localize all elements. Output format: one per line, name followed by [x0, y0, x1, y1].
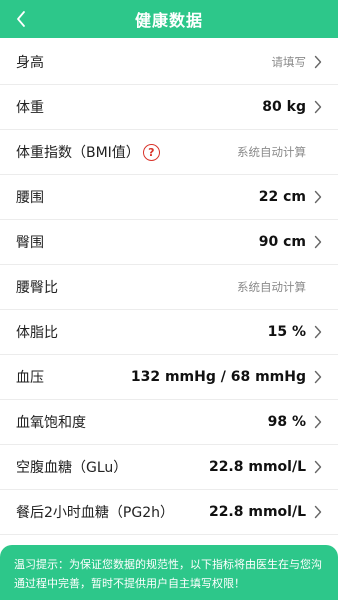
row-label: 餐后2小时血糖（PG2h）	[16, 505, 174, 521]
row-label: 体脂比	[16, 325, 58, 341]
row-label-wrap: 体重指数（BMI值） ?	[16, 142, 160, 162]
row-label: 血压	[16, 370, 44, 386]
placeholder-text: 请填写	[271, 55, 307, 69]
row-weight[interactable]: 体重 80 kg	[0, 85, 338, 130]
row-height[interactable]: 身高 请填写	[0, 40, 338, 85]
row-value: 22 cm	[258, 189, 306, 205]
chevron-right-icon	[314, 190, 324, 204]
row-value: 132 mmHg / 68 mmHg	[130, 369, 306, 385]
row-label: 身高	[16, 55, 44, 71]
chevron-right-icon	[314, 415, 324, 429]
row-waist-hip-ratio: 腰臀比 系统自动计算	[0, 265, 338, 310]
chevron-right-icon	[314, 505, 324, 519]
row-value: 22.8 mmol/L	[208, 459, 306, 475]
chevron-left-icon	[17, 11, 25, 27]
row-value: 15 %	[267, 324, 306, 340]
chevron-right-icon	[314, 55, 324, 69]
chevron-right-icon	[314, 100, 324, 114]
notice-text: 温习提示：为保证您数据的规范性，以下指标将由医生在与您沟通过程中完善，暂时不提供…	[14, 558, 322, 590]
app-header: 健康数据	[0, 0, 338, 38]
row-label: 腰围	[16, 190, 44, 206]
row-value: 80 kg	[262, 99, 306, 115]
page-title: 健康数据	[134, 11, 203, 30]
chevron-right-icon	[314, 325, 324, 339]
row-label: 空腹血糖（GLu）	[16, 460, 128, 476]
chevron-right-icon	[314, 370, 324, 384]
row-label: 腰臀比	[16, 280, 58, 296]
row-label: 臀围	[16, 235, 44, 251]
row-label: 体重	[16, 100, 44, 116]
row-fasting-glucose[interactable]: 空腹血糖（GLu） 22.8 mmol/L	[0, 445, 338, 490]
chevron-right-icon	[314, 235, 324, 249]
row-body-fat[interactable]: 体脂比 15 %	[0, 310, 338, 355]
row-blood-oxygen[interactable]: 血氧饱和度 98 %	[0, 400, 338, 445]
auto-calc-text: 系统自动计算	[237, 145, 306, 159]
chevron-right-icon	[314, 460, 324, 474]
row-label: 体重指数（BMI值）	[16, 145, 140, 161]
row-waist[interactable]: 腰围 22 cm	[0, 175, 338, 220]
row-value: 22.8 mmol/L	[208, 504, 306, 520]
row-blood-pressure[interactable]: 血压 132 mmHg / 68 mmHg	[0, 355, 338, 400]
health-data-list: 身高 请填写 体重 80 kg 体重指数（BMI值） ? 系统自动计算 腰围 2…	[0, 40, 338, 535]
notice-banner: 温习提示：为保证您数据的规范性，以下指标将由医生在与您沟通过程中完善，暂时不提供…	[0, 545, 338, 600]
back-button[interactable]	[6, 4, 36, 34]
row-hip[interactable]: 臀围 90 cm	[0, 220, 338, 265]
row-label: 血氧饱和度	[16, 415, 86, 431]
help-icon[interactable]: ?	[142, 143, 160, 161]
auto-calc-text: 系统自动计算	[237, 280, 306, 294]
row-value: 90 cm	[258, 234, 306, 250]
row-postprandial-glucose[interactable]: 餐后2小时血糖（PG2h） 22.8 mmol/L	[0, 490, 338, 535]
row-value: 98 %	[267, 414, 306, 430]
row-bmi: 体重指数（BMI值） ? 系统自动计算	[0, 130, 338, 175]
